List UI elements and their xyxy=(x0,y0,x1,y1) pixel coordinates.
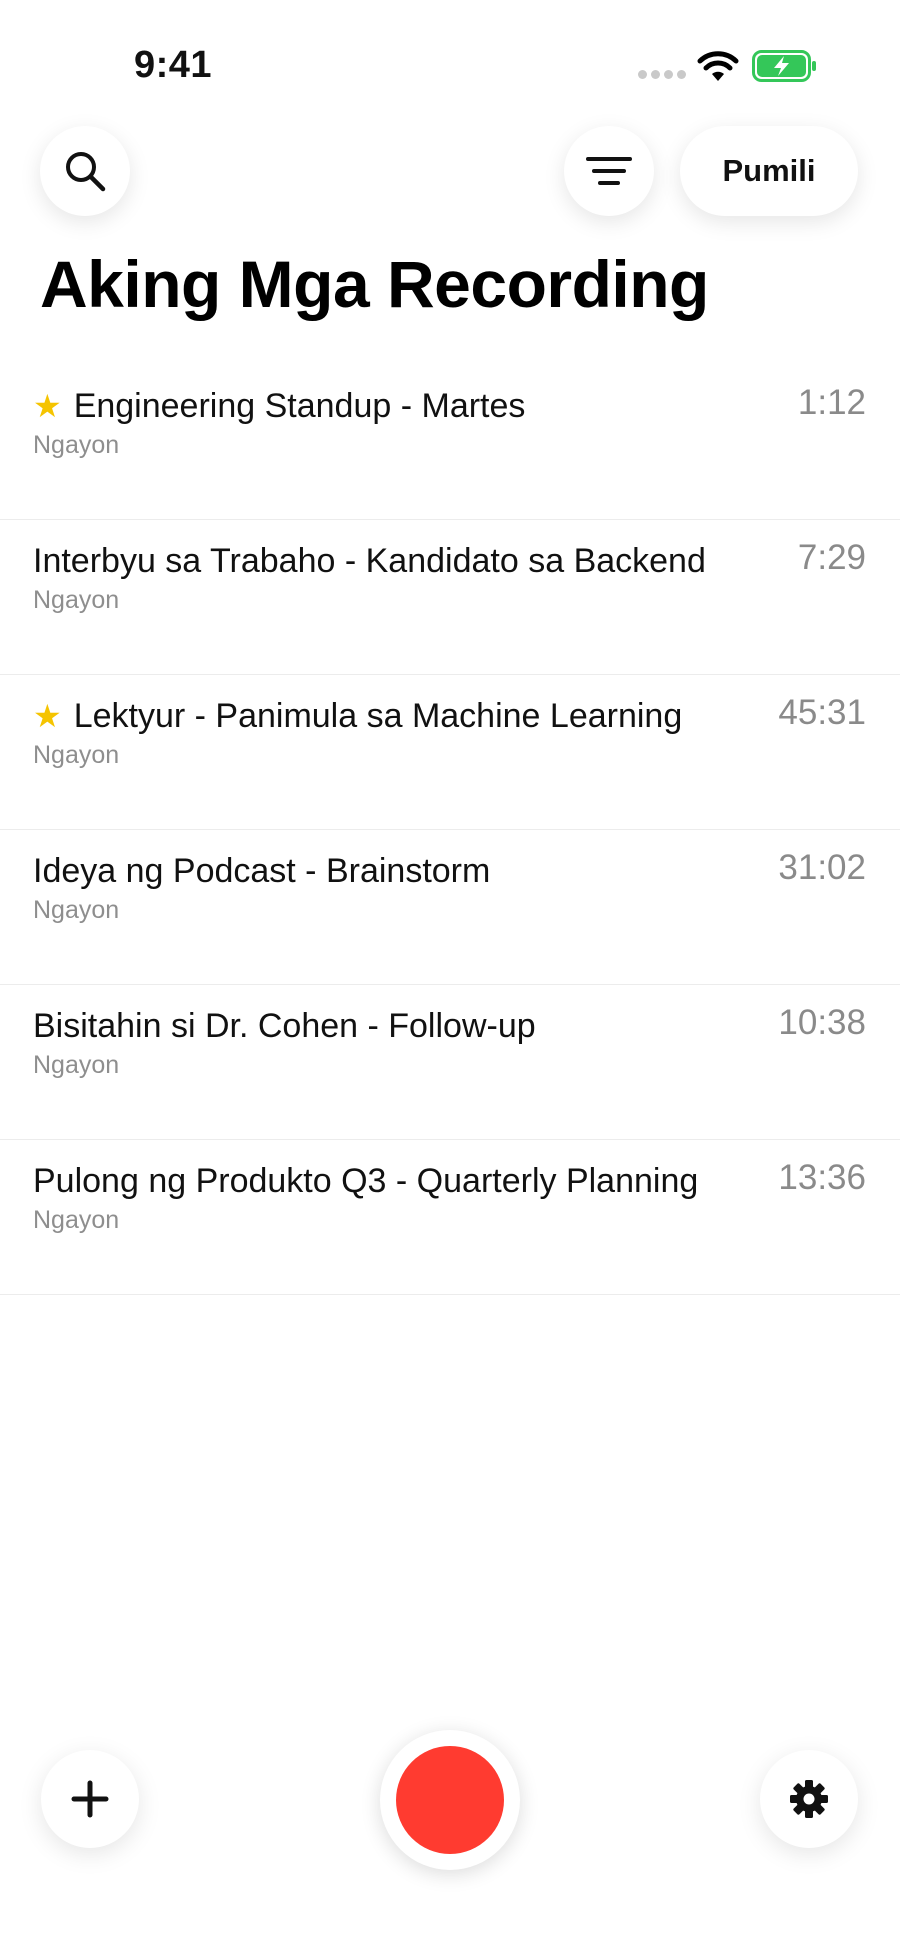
recording-title-text: Engineering Standup - Martes xyxy=(73,387,526,425)
recording-row[interactable]: Bisitahin si Dr. Cohen - Follow-up Ngayo… xyxy=(0,985,900,1140)
recording-date: Ngayon xyxy=(33,1051,120,1079)
filter-icon xyxy=(586,157,632,185)
recording-duration: 13:36 xyxy=(778,1158,866,1197)
recording-row[interactable]: Ideya ng Podcast - Brainstorm Ngayon 31:… xyxy=(0,830,900,985)
recording-list: ★ Engineering Standup - Martes Ngayon 1:1… xyxy=(0,365,900,1295)
plus-icon xyxy=(71,1780,109,1818)
recording-row[interactable]: Interbyu sa Trabaho - Kandidato sa Backe… xyxy=(0,520,900,675)
recording-title: Ideya ng Podcast - Brainstorm xyxy=(33,852,490,891)
status-bar: 9:41 xyxy=(0,0,900,130)
recording-date: Ngayon xyxy=(33,431,120,459)
recording-date: Ngayon xyxy=(33,586,120,614)
recording-title-text: Ideya ng Podcast - Brainstorm xyxy=(33,852,491,890)
recording-title-text: Interbyu sa Trabaho - Kandidato sa Backe… xyxy=(33,542,706,580)
gear-icon xyxy=(790,1780,828,1818)
search-icon xyxy=(66,152,106,192)
recording-duration: 10:38 xyxy=(778,1003,866,1042)
recording-title: Pulong ng Produkto Q3 - Quarterly Planni… xyxy=(33,1162,698,1201)
add-button[interactable] xyxy=(41,1750,139,1848)
wifi-icon xyxy=(697,51,739,81)
recording-duration: 31:02 xyxy=(778,848,866,887)
search-button[interactable] xyxy=(40,126,130,216)
recording-title: Bisitahin si Dr. Cohen - Follow-up xyxy=(33,1007,536,1046)
recording-duration: 1:12 xyxy=(797,383,866,422)
recording-title: ★ Lektyur - Panimula sa Machine Learning xyxy=(33,697,682,736)
recording-date: Ngayon xyxy=(33,741,120,769)
recording-row[interactable]: Pulong ng Produkto Q3 - Quarterly Planni… xyxy=(0,1140,900,1295)
recording-duration: 45:31 xyxy=(778,693,866,732)
star-icon: ★ xyxy=(33,388,62,424)
record-button[interactable] xyxy=(380,1730,520,1870)
battery-charging-icon xyxy=(752,50,816,82)
cellular-signal-icon xyxy=(638,70,686,80)
recording-date: Ngayon xyxy=(33,1206,120,1234)
star-icon: ★ xyxy=(33,698,62,734)
select-button[interactable]: Pumili xyxy=(680,126,858,216)
settings-button[interactable] xyxy=(760,1750,858,1848)
filter-button[interactable] xyxy=(564,126,654,216)
page-title: Aking Mga Recording xyxy=(40,247,709,321)
recording-duration: 7:29 xyxy=(797,538,866,577)
recording-title: Interbyu sa Trabaho - Kandidato sa Backe… xyxy=(33,542,706,581)
recording-date: Ngayon xyxy=(33,896,120,924)
recording-row[interactable]: ★ Engineering Standup - Martes Ngayon 1:1… xyxy=(0,365,900,520)
status-time: 9:41 xyxy=(134,44,213,86)
recording-title-text: Bisitahin si Dr. Cohen - Follow-up xyxy=(33,1007,536,1045)
recording-title: ★ Engineering Standup - Martes xyxy=(33,387,525,426)
recording-row[interactable]: ★ Lektyur - Panimula sa Machine Learning … xyxy=(0,675,900,830)
record-icon xyxy=(396,1746,504,1854)
recording-title-text: Pulong ng Produkto Q3 - Quarterly Planni… xyxy=(33,1162,699,1200)
recording-title-text: Lektyur - Panimula sa Machine Learning xyxy=(73,697,683,735)
